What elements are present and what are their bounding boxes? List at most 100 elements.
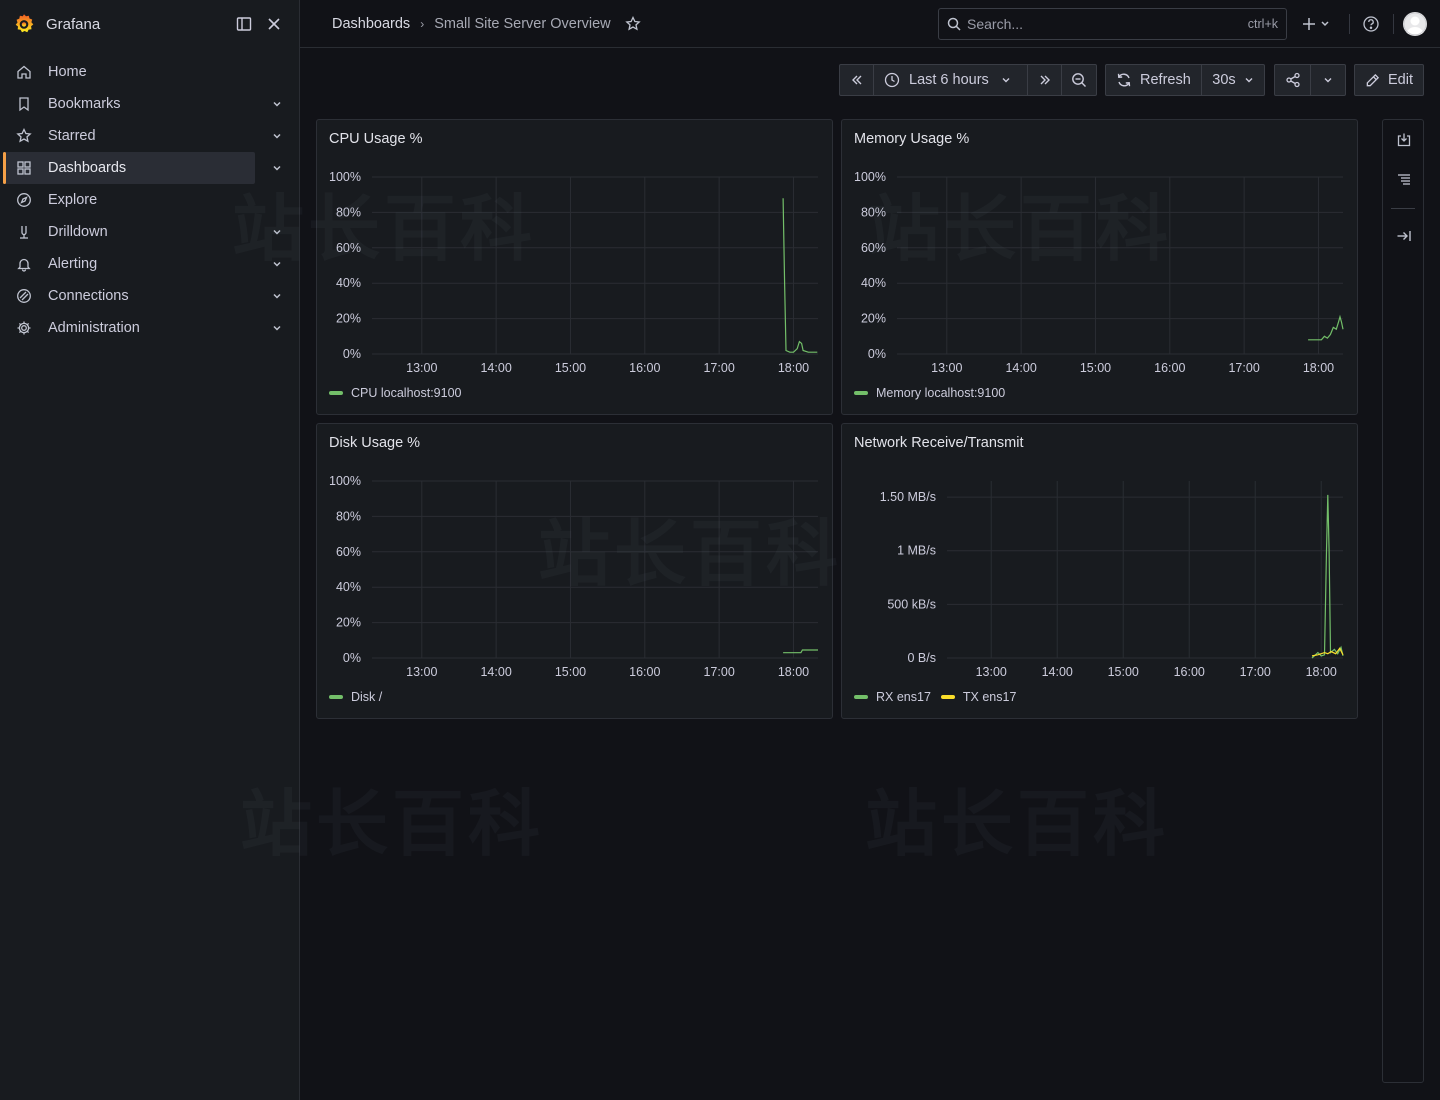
expand-chevron-icon[interactable] (269, 288, 285, 304)
y-tick-label: 0 B/s (908, 651, 937, 665)
sidebar-item-starred[interactable]: Starred (4, 120, 281, 152)
mark-favorite-star-icon[interactable] (624, 15, 641, 32)
grafana-logo-icon[interactable] (12, 12, 36, 36)
series-line (1308, 314, 1344, 341)
x-tick-label: 14:00 (480, 665, 511, 679)
apps-icon (16, 160, 32, 176)
x-tick-label: 17:00 (703, 361, 734, 375)
sidebar-item-bookmarks[interactable]: Bookmarks (4, 88, 281, 120)
panel-cpu-usage[interactable]: CPU Usage % 0% 20% 40% 60% 80% 100% 13:00 14:00… (316, 119, 833, 415)
x-tick-label: 18:00 (778, 361, 809, 375)
series-line (1311, 494, 1344, 659)
refresh-button[interactable]: Refresh (1106, 65, 1202, 95)
breadcrumb-dashboards[interactable]: Dashboards (332, 16, 410, 32)
sidebar-item-label: Bookmarks (48, 96, 121, 112)
bookmark-icon (16, 96, 32, 112)
disk-usage-chart[interactable]: 0% 20% 40% 60% 80% 100% 13:00 14:00 15:00 16:00 17… (317, 424, 834, 720)
series-line (783, 649, 818, 654)
expand-chevron-icon[interactable] (269, 256, 285, 272)
new-menu-plus-icon[interactable] (1302, 12, 1332, 36)
y-tick-label: 60% (861, 241, 886, 255)
zoom-out-button[interactable] (1062, 65, 1096, 95)
cog-icon (16, 320, 32, 336)
search-input[interactable]: Search... ctrl+k (938, 8, 1287, 40)
sidebar-item-label: Explore (48, 192, 98, 208)
legend-item[interactable]: CPU localhost:9100 (329, 386, 461, 400)
chevron-down-icon (1323, 75, 1333, 85)
sidebar-item-alerting[interactable]: Alerting (4, 248, 281, 280)
panel-legend: CPU localhost:9100 (329, 386, 471, 400)
legend-label: RX ens17 (876, 690, 931, 704)
sidebar-item-drilldown[interactable]: Drilldown (4, 216, 281, 248)
x-tick-label: 15:00 (1080, 361, 1111, 375)
expand-chevron-icon[interactable] (269, 160, 285, 176)
expand-chevron-icon[interactable] (269, 96, 285, 112)
share-options-button[interactable] (1311, 65, 1345, 95)
sidebar-item-explore[interactable]: Explore (4, 184, 255, 216)
time-shift-forward-button[interactable] (1028, 65, 1062, 95)
collapse-pane-icon[interactable] (1395, 227, 1413, 245)
breadcrumb-current: Small Site Server Overview (434, 15, 611, 32)
memory-usage-chart[interactable]: 0% 20% 40% 60% 80% 100% 13:00 14:00 15:00 16:00 17… (842, 120, 1359, 416)
panel-legend: Disk / (329, 690, 392, 704)
y-tick-label: 100% (854, 170, 886, 184)
y-tick-label: 40% (861, 276, 886, 290)
y-tick-label: 100% (329, 170, 361, 184)
x-tick-label: 18:00 (1306, 665, 1337, 679)
refresh-label: Refresh (1140, 72, 1191, 88)
expand-chevron-icon[interactable] (269, 128, 285, 144)
y-tick-label: 60% (336, 241, 361, 255)
refresh-interval-select[interactable]: 30s (1202, 65, 1264, 95)
y-tick-label: 80% (336, 205, 361, 219)
x-tick-label: 17:00 (703, 665, 734, 679)
legend-item[interactable]: Disk / (329, 690, 382, 704)
expand-chevron-icon[interactable] (269, 320, 285, 336)
cpu-usage-chart[interactable]: 0% 20% 40% 60% 80% 100% 13:00 14:00 15:00 16:00 17… (317, 120, 834, 416)
close-menu-icon[interactable] (261, 11, 287, 37)
x-tick-label: 15:00 (555, 361, 586, 375)
sidebar-item-label: Starred (48, 128, 96, 144)
sidebar-item-connections[interactable]: Connections (4, 280, 281, 312)
x-tick-label: 16:00 (1154, 361, 1185, 375)
y-tick-label: 0% (868, 347, 886, 361)
legend-item[interactable]: TX ens17 (940, 690, 1016, 704)
rail-divider (1391, 208, 1415, 209)
search-icon (947, 17, 961, 31)
sidebar-item-label: Alerting (48, 256, 98, 272)
outline-list-icon[interactable] (1395, 170, 1413, 188)
legend-swatch (329, 695, 343, 699)
panel-disk-usage[interactable]: Disk Usage % 0% 20% 40% 60% 80% 100% 13:00 14:0… (316, 423, 833, 719)
sidebar-item-label: Connections (48, 288, 129, 304)
network-chart[interactable]: 0 B/s 500 kB/s 1 MB/s 1.50 MB/s 13:00 14:00 15… (842, 424, 1359, 720)
panel-memory-usage[interactable]: Memory Usage % 0% 20% 40% 60% 80% 100% 13:00 14… (841, 119, 1358, 415)
y-tick-label: 1.50 MB/s (880, 490, 936, 504)
import-icon[interactable] (1395, 131, 1413, 149)
sidebar-item-administration[interactable]: Administration (4, 312, 281, 344)
time-range-picker[interactable]: Last 6 hours (874, 65, 1028, 95)
right-side-rail (1382, 119, 1424, 1083)
clock-icon (884, 72, 900, 88)
y-tick-label: 0% (343, 651, 361, 665)
sidebar-item-dashboards[interactable]: Dashboards (3, 152, 281, 184)
help-icon[interactable] (1362, 12, 1380, 36)
legend-item[interactable]: Memory localhost:9100 (854, 386, 1005, 400)
refresh-picker: Refresh 30s (1105, 64, 1265, 96)
breadcrumb-separator: › (420, 16, 425, 31)
toolbar-divider (1349, 14, 1350, 34)
user-avatar[interactable] (1403, 12, 1427, 36)
edit-label: Edit (1388, 72, 1413, 88)
share-button[interactable] (1275, 65, 1311, 95)
sidebar-item-home[interactable]: Home (4, 56, 255, 88)
legend-swatch (854, 391, 868, 395)
dock-menu-icon[interactable] (231, 11, 257, 37)
x-tick-label: 16:00 (629, 665, 660, 679)
expand-chevron-icon[interactable] (269, 224, 285, 240)
x-tick-label: 13:00 (976, 665, 1007, 679)
time-range-label: Last 6 hours (909, 72, 989, 88)
legend-item[interactable]: RX ens17 (854, 690, 931, 704)
compass-icon (16, 192, 32, 208)
panel-network[interactable]: Network Receive/Transmit 0 B/s 500 kB/s 1 … (841, 423, 1358, 719)
watermark-text: 站长百科 (865, 782, 1170, 866)
edit-button[interactable]: Edit (1354, 64, 1424, 96)
time-shift-back-button[interactable] (840, 65, 874, 95)
